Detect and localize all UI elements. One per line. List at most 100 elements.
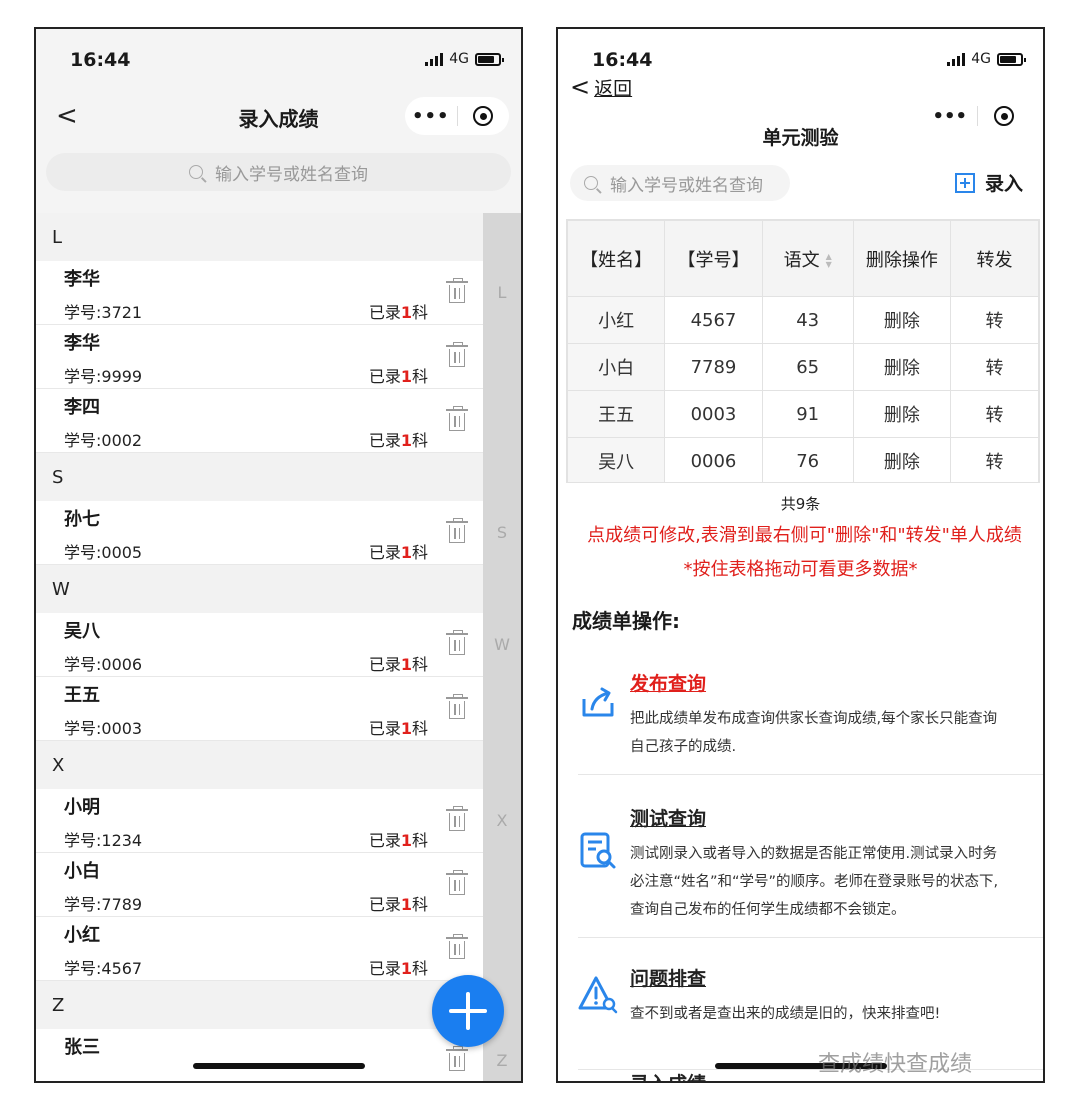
back-button[interactable]: < 返回 bbox=[570, 73, 632, 101]
student-row[interactable]: 李四 学号:0002 已录1科 bbox=[36, 389, 484, 453]
score-cell[interactable]: 91 bbox=[761, 390, 854, 438]
recorded-number: 1 bbox=[400, 719, 412, 738]
forward-action[interactable]: 转 bbox=[950, 296, 1039, 344]
recorded-count: 已录1科 bbox=[369, 827, 428, 851]
divider bbox=[578, 937, 1043, 938]
trash-icon[interactable] bbox=[446, 694, 468, 719]
recorded-suffix: 科 bbox=[411, 655, 428, 674]
index-letter[interactable]: W bbox=[483, 635, 521, 654]
warning-search-icon bbox=[578, 976, 618, 1014]
student-name: 李华 bbox=[64, 269, 100, 290]
student-row[interactable]: 小红 学号:4567 已录1科 bbox=[36, 917, 484, 981]
sort-icon[interactable]: ▲ ▼ bbox=[826, 252, 832, 269]
column-header[interactable]: 语文 ▲ ▼ bbox=[761, 220, 854, 297]
op-test-query[interactable]: 测试查询 测试刚录入或者导入的数据是否能正常使用.测试录入时务必注意“姓名”和“… bbox=[578, 804, 1043, 934]
index-letter[interactable]: L bbox=[483, 283, 521, 302]
student-row[interactable]: 小白 学号:7789 已录1科 bbox=[36, 853, 484, 917]
section-letter-header: Z bbox=[36, 981, 484, 1029]
status-indicators: 4G bbox=[425, 51, 504, 67]
signal-icon bbox=[425, 52, 444, 66]
op-publish-query[interactable]: 发布查询 把此成绩单发布成查询供家长查询成绩,每个家长只能查询自己孩子的成绩. bbox=[578, 669, 1043, 769]
op-enter-scores[interactable]: 录入成绩 bbox=[578, 1071, 1043, 1081]
add-entry-button[interactable]: 录入 bbox=[954, 169, 1023, 196]
trash-icon[interactable] bbox=[446, 518, 468, 543]
score-cell[interactable]: 43 bbox=[761, 296, 854, 344]
recorded-prefix: 已录 bbox=[368, 895, 401, 914]
student-row[interactable]: 张三 bbox=[36, 1029, 484, 1081]
trash-icon[interactable] bbox=[446, 870, 468, 895]
index-letter[interactable]: S bbox=[483, 523, 521, 542]
forward-action[interactable]: 转 bbox=[950, 437, 1039, 482]
recorded-prefix: 已录 bbox=[368, 719, 401, 738]
student-id: 学号:0006 bbox=[64, 655, 143, 674]
table-cell: 小红 bbox=[567, 296, 666, 344]
op-troubleshoot[interactable]: 问题排查 查不到或者是查出来的成绩是旧的，快来排查吧! bbox=[578, 964, 1043, 1064]
recorded-prefix: 已录 bbox=[368, 831, 401, 850]
search-icon bbox=[584, 176, 598, 190]
student-name: 小红 bbox=[64, 925, 100, 946]
search-input[interactable]: 输入学号或姓名查询 bbox=[570, 165, 790, 201]
mini-program-capsule: ••• bbox=[405, 97, 509, 135]
student-row[interactable]: 孙七 学号:0005 已录1科 bbox=[36, 501, 484, 565]
delete-action[interactable]: 删除 bbox=[852, 343, 952, 391]
table-header-row: 【姓名】 【学号】 语文 ▲ ▼ 删除操作 转发 bbox=[567, 220, 1039, 297]
score-cell[interactable]: 65 bbox=[761, 343, 854, 391]
table-row: 吴八 0006 76 删除转 bbox=[567, 437, 1039, 482]
index-letter[interactable]: X bbox=[483, 811, 521, 830]
student-row[interactable]: 李华 学号:9999 已录1科 bbox=[36, 325, 484, 389]
trash-icon[interactable] bbox=[446, 342, 468, 367]
trash-icon[interactable] bbox=[446, 1046, 468, 1071]
table-cell: 0003 bbox=[664, 390, 763, 438]
column-header-label: 语文 bbox=[783, 249, 820, 271]
student-name: 王五 bbox=[64, 685, 100, 706]
delete-action[interactable]: 删除 bbox=[852, 296, 952, 344]
table-cell: 0006 bbox=[664, 437, 763, 482]
recorded-number: 1 bbox=[400, 431, 412, 450]
recorded-suffix: 科 bbox=[411, 543, 428, 562]
trash-icon[interactable] bbox=[446, 934, 468, 959]
search-input[interactable]: 输入学号或姓名查询 bbox=[46, 153, 511, 191]
score-table[interactable]: 【姓名】 【学号】 语文 ▲ ▼ 删除操作 转发 小红 4567 43 删除转小白 7789 65 删除… bbox=[566, 219, 1040, 483]
student-row[interactable]: 李华学号:3721 已录1科 bbox=[36, 261, 484, 325]
student-id: 学号:0002 bbox=[64, 431, 143, 450]
column-header: 【姓名】 bbox=[567, 220, 666, 297]
forward-action[interactable]: 转 bbox=[950, 390, 1039, 438]
trash-icon[interactable] bbox=[446, 806, 468, 831]
student-name: 小明 bbox=[64, 797, 100, 818]
recorded-count: 已录1科 bbox=[369, 955, 428, 979]
student-id: 学号:9999 bbox=[64, 367, 143, 386]
delete-action[interactable]: 删除 bbox=[852, 437, 952, 482]
more-menu-button[interactable]: ••• bbox=[405, 106, 457, 127]
student-row[interactable]: 王五 学号:0003 已录1科 bbox=[36, 677, 484, 741]
alphabet-index-bar[interactable]: L S W X Z bbox=[483, 213, 521, 1081]
op-description: 把此成绩单发布成查询供家长查询成绩,每个家长只能查询自己孩子的成绩. bbox=[630, 711, 998, 755]
op-title[interactable]: 发布查询 bbox=[630, 669, 706, 696]
trash-icon[interactable] bbox=[446, 630, 468, 655]
student-row[interactable]: 吴八 学号:0006 已录1科 bbox=[36, 613, 484, 677]
op-title[interactable]: 问题排查 bbox=[630, 964, 706, 991]
forward-action[interactable]: 转 bbox=[950, 343, 1039, 391]
recorded-number: 1 bbox=[400, 543, 412, 562]
search-icon bbox=[189, 165, 203, 179]
recorded-count: 已录1科 bbox=[369, 299, 428, 323]
trash-icon[interactable] bbox=[446, 278, 468, 303]
column-header: 删除操作 bbox=[852, 220, 952, 297]
close-miniprogram-button[interactable] bbox=[457, 106, 509, 126]
recorded-count: 已录1科 bbox=[369, 539, 428, 563]
index-letter[interactable]: Z bbox=[483, 1051, 521, 1070]
student-id: 学号:3721 bbox=[64, 303, 143, 322]
home-indicator bbox=[192, 1063, 365, 1069]
score-cell[interactable]: 76 bbox=[761, 437, 854, 482]
student-row[interactable]: 小明 学号:1234 已录1科 bbox=[36, 789, 484, 853]
op-title[interactable]: 录入成绩 bbox=[630, 1071, 706, 1081]
section-letter-header: S bbox=[36, 453, 484, 501]
add-fab-button[interactable] bbox=[432, 975, 504, 1047]
op-title[interactable]: 测试查询 bbox=[630, 804, 706, 831]
delete-action[interactable]: 删除 bbox=[852, 390, 952, 438]
divider bbox=[578, 774, 1043, 775]
back-chevron-icon: < bbox=[570, 73, 591, 101]
column-header-label: 转发 bbox=[976, 249, 1013, 271]
trash-icon[interactable] bbox=[446, 406, 468, 431]
network-label: 4G bbox=[449, 51, 469, 67]
status-time: 16:44 bbox=[70, 49, 131, 71]
